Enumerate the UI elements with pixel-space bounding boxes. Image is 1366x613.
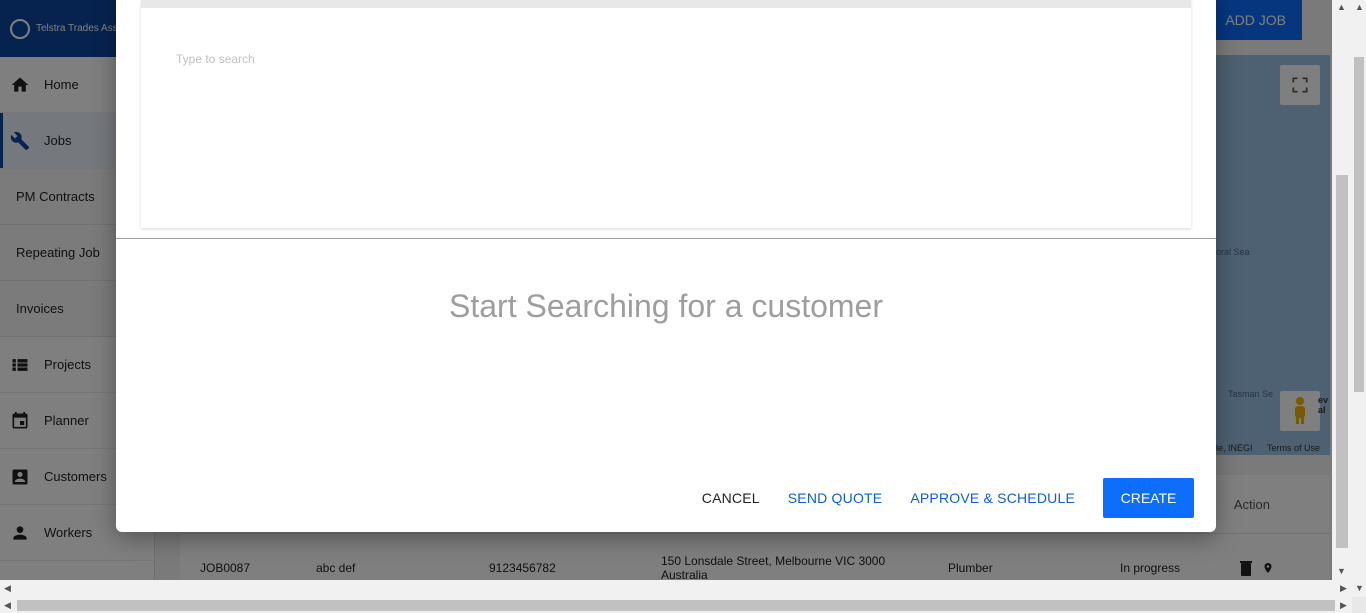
inner-scroll-down-arrow-icon[interactable]: ▼	[1337, 566, 1346, 576]
cancel-button[interactable]: CANCEL	[702, 490, 760, 506]
search-card	[141, 0, 1191, 228]
inner-scrollbar-thumb[interactable]	[1336, 175, 1348, 548]
empty-state-title: Start Searching for a customer	[449, 288, 883, 324]
inner-scroll-up-arrow-icon[interactable]: ▲	[1337, 2, 1346, 12]
inner-scroll-right-arrow-icon[interactable]: ▶	[1340, 583, 1347, 594]
customer-search-dialog: Start Searching for a customer CANCEL SE…	[116, 0, 1216, 532]
send-quote-button[interactable]: SEND QUOTE	[788, 490, 883, 506]
customer-search-input[interactable]	[176, 52, 776, 66]
divider	[116, 238, 1216, 239]
scroll-up-arrow-icon[interactable]: ▲	[1355, 2, 1364, 12]
page-horizontal-thumb[interactable]	[17, 600, 1335, 611]
create-button[interactable]: CREATE	[1103, 478, 1194, 518]
scroll-down-arrow-icon[interactable]: ▼	[1355, 583, 1364, 593]
page-scrollbar-thumb[interactable]	[1354, 57, 1364, 392]
scroll-left-arrow-icon[interactable]: ◀	[4, 600, 11, 611]
approve-schedule-button[interactable]: APPROVE & SCHEDULE	[910, 490, 1075, 506]
dialog-actions: CANCEL SEND QUOTE APPROVE & SCHEDULE CRE…	[702, 478, 1194, 518]
inner-scroll-left-arrow-icon[interactable]: ◀	[4, 583, 11, 594]
inner-horizontal-scrollbar[interactable]	[0, 580, 1352, 597]
scroll-right-arrow-icon[interactable]: ▶	[1340, 600, 1347, 611]
search-card-header	[141, 0, 1191, 8]
